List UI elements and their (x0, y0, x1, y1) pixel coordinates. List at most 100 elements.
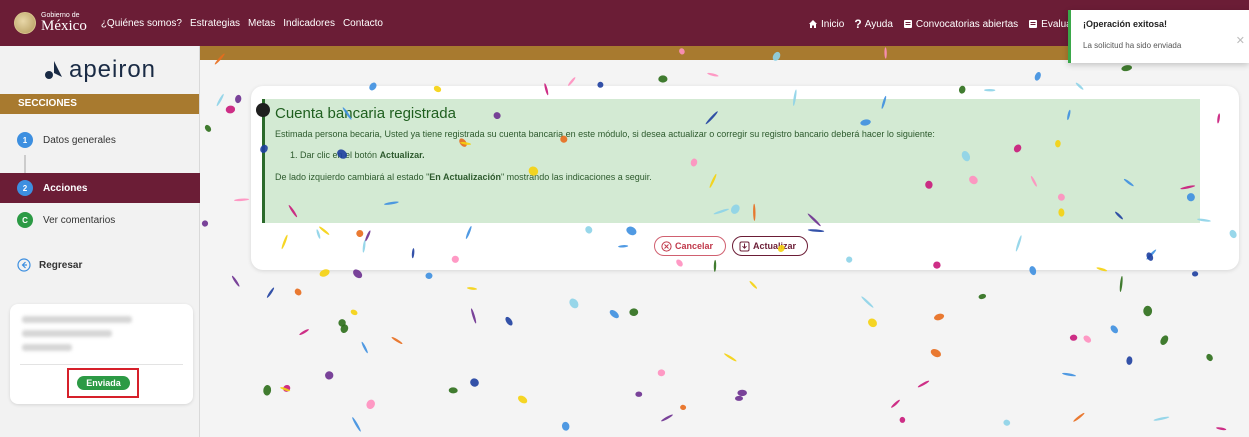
main-panel: Cuenta bancaria registrada Estimada pers… (251, 86, 1239, 270)
confetti-piece (891, 399, 900, 408)
sidebar-item-datos-generales[interactable]: 1 Datos generales (0, 125, 200, 155)
confetti-piece (361, 341, 368, 354)
alert-note: De lado izquierdo cambiará al estado "En… (275, 172, 652, 182)
nav-contacto[interactable]: Contacto (343, 18, 383, 29)
confetti-piece (352, 417, 361, 432)
confetti-piece (1110, 325, 1119, 334)
update-button[interactable]: Actualizar (732, 236, 808, 256)
confetti-piece (749, 280, 758, 289)
nav-inicio[interactable]: Inicio (808, 19, 844, 30)
nav-indicadores[interactable]: Indicadores (283, 18, 335, 29)
confetti-piece (1206, 353, 1213, 362)
confetti-piece (204, 124, 212, 132)
cancel-button[interactable]: Cancelar (654, 236, 726, 256)
confetti-piece (280, 387, 291, 392)
confetti-piece (1073, 412, 1085, 422)
right-nav: Inicio ? Ayuda Convocatorias abiertas Ev… (808, 17, 1077, 31)
regresar-label: Regresar (39, 259, 83, 271)
sidebar-item-label: Datos generales (43, 134, 116, 146)
sections-header: SECCIONES (0, 94, 199, 114)
gold-strip (200, 46, 1070, 60)
nav-ayuda[interactable]: ? Ayuda (854, 17, 893, 31)
confetti-piece (930, 349, 942, 358)
cancel-icon (661, 240, 672, 252)
confetti-piece (1062, 372, 1076, 377)
confetti-piece (707, 72, 719, 77)
confetti-piece (470, 378, 479, 387)
confetti-piece (861, 296, 874, 308)
confetti-piece (680, 404, 687, 411)
blurred-id (22, 330, 112, 337)
confetti-piece (569, 298, 579, 309)
note-suffix: " mostrando las indicaciones a seguir. (500, 172, 652, 182)
alert-body: Estimada persona becaria, Usted ya tiene… (275, 129, 935, 139)
confetti-piece (899, 416, 906, 423)
confetti-piece (225, 105, 236, 114)
alert-bullet-icon (256, 103, 270, 117)
step-badge: 2 (17, 180, 33, 196)
confetti-piece (425, 272, 433, 280)
gov-big-text: México (41, 18, 87, 34)
confetti-piece (917, 380, 930, 388)
question-icon: ? (854, 17, 862, 31)
folder-icon (903, 20, 912, 28)
status-badge: Enviada (77, 376, 130, 390)
confetti-piece (868, 318, 877, 328)
user-card: Enviada (10, 304, 193, 404)
confetti-piece (263, 385, 272, 396)
blurred-detail (22, 344, 72, 351)
note-prefix: De lado izquierdo cambiará al estado " (275, 172, 430, 182)
confetti-piece (517, 395, 528, 404)
confetti-piece (366, 399, 375, 409)
confetti-piece (448, 387, 458, 394)
confetti-piece (1069, 334, 1078, 341)
confetti-piece (661, 414, 673, 422)
confetti-piece (1034, 71, 1041, 81)
info-alert: Cuenta bancaria registrada Estimada pers… (256, 99, 1200, 223)
confetti-piece (737, 389, 747, 397)
confetti-piece (635, 391, 643, 397)
back-arrow-icon (17, 258, 31, 272)
toast-title: ¡Operación exitosa! (1083, 19, 1168, 29)
confetti-piece (1143, 305, 1153, 317)
confetti-piece (735, 395, 743, 401)
confetti-piece (1160, 335, 1169, 345)
confetti-piece (1126, 356, 1133, 365)
cancel-label: Cancelar (675, 241, 714, 251)
toast-message: La solicitud ha sido enviada (1083, 41, 1182, 50)
confetti-piece (1121, 65, 1133, 72)
nav-ayuda-label: Ayuda (864, 18, 893, 30)
step-badge: C (17, 212, 33, 228)
sidebar-item-label: Ver comentarios (43, 214, 116, 226)
nav-convocatorias[interactable]: Convocatorias abiertas (903, 19, 1018, 30)
confetti-piece (1216, 427, 1227, 431)
nav-quienes-somos[interactable]: ¿Quiénes somos? (101, 18, 182, 29)
apeiron-mark-icon (44, 61, 62, 79)
nav-estrategias[interactable]: Estrategias (190, 18, 240, 29)
confetti-piece (471, 308, 477, 324)
confetti-piece (1003, 419, 1011, 426)
close-icon[interactable]: ✕ (1236, 34, 1245, 47)
step-text: 1. Dar clic en el botón (290, 150, 378, 160)
nav-metas[interactable]: Metas (248, 18, 275, 29)
apeiron-logo[interactable]: apeiron (0, 46, 199, 94)
document-icon (1029, 20, 1038, 28)
seal-icon (14, 12, 36, 34)
success-toast: ¡Operación exitosa! La solicitud ha sido… (1068, 10, 1249, 63)
confetti-piece (235, 94, 242, 104)
main-nav: ¿Quiénes somos? Estrategias Metas Indica… (101, 18, 383, 29)
confetti-piece (1153, 416, 1170, 421)
confetti-piece (1119, 276, 1123, 292)
confetti-piece (657, 369, 666, 377)
gobierno-logo[interactable]: Gobierno de México (14, 12, 87, 34)
sidebar-item-acciones[interactable]: 2 Acciones (0, 173, 200, 203)
download-icon (739, 241, 750, 251)
status-highlight: Enviada (67, 368, 139, 398)
regresar-link[interactable]: Regresar (0, 250, 200, 280)
confetti-piece (629, 308, 639, 317)
sidebar-item-ver-comentarios[interactable]: C Ver comentarios (0, 205, 200, 235)
confetti-piece (724, 353, 737, 362)
confetti-piece (391, 336, 403, 345)
sidebar-item-label: Acciones (43, 182, 88, 194)
confetti-piece (340, 324, 349, 333)
